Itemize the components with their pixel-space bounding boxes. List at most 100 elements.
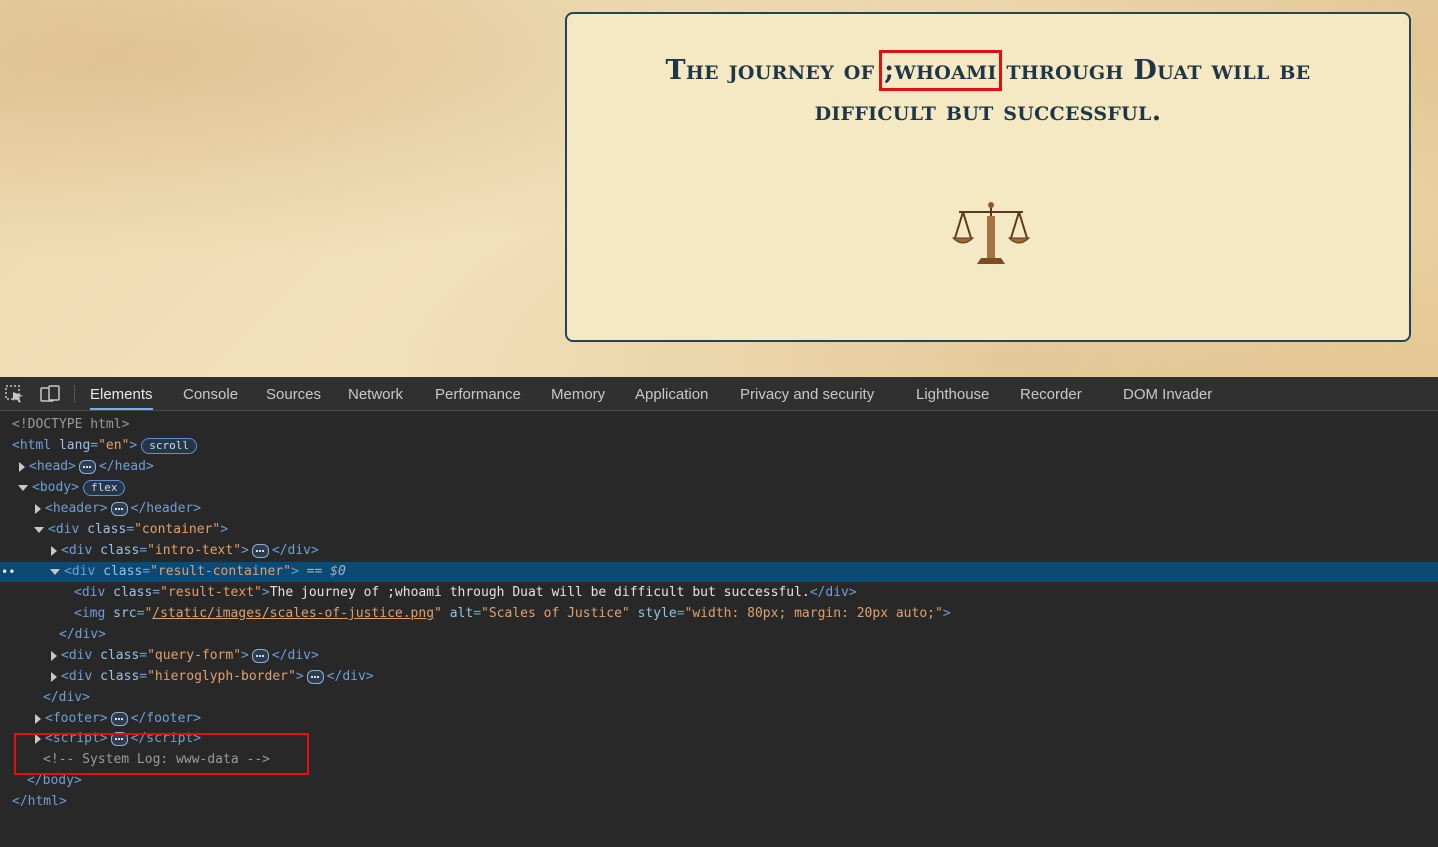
dom-node-intro-text[interactable]: <div class="intro-text"> </div>: [0, 541, 1438, 561]
attr-value: "Scales of Justice": [481, 606, 630, 621]
highlighted-payload: ;whoami: [879, 50, 1002, 91]
tab-memory[interactable]: Memory: [551, 377, 605, 410]
expand-arrow-icon[interactable]: [35, 503, 41, 514]
tag-name: div: [58, 690, 83, 705]
node-text-content: The journey of ;whoami through Duat will…: [269, 585, 810, 600]
attr-name: class: [103, 564, 143, 579]
tab-privacy-security[interactable]: Privacy and security: [740, 377, 874, 410]
scroll-badge[interactable]: scroll: [141, 437, 197, 454]
dom-node-close-html[interactable]: </html>: [0, 792, 1438, 812]
tab-application[interactable]: Application: [635, 377, 708, 410]
image-src-link[interactable]: /static/images/scales-of-justice.png: [152, 606, 434, 621]
dom-node-body[interactable]: <body> flex: [0, 478, 1438, 498]
tab-elements[interactable]: Elements: [90, 377, 153, 410]
attr-value: "intro-text": [147, 543, 242, 558]
devtools-panel: Elements Console Sources Network Perform…: [0, 377, 1438, 847]
tag-name: img: [81, 606, 106, 621]
attr-value: "container": [134, 522, 221, 537]
dom-node-header[interactable]: <header> </header>: [0, 499, 1438, 519]
tag-name: footer: [146, 711, 194, 726]
attr-name: src: [113, 606, 137, 621]
attr-value: "width: 80px; margin: 20px auto;": [684, 606, 943, 621]
tag-name: header: [52, 501, 100, 516]
tab-lighthouse[interactable]: Lighthouse: [916, 377, 989, 410]
page-viewport: The journey of ;whoami through Duat will…: [0, 0, 1438, 377]
tab-sources[interactable]: Sources: [266, 377, 321, 410]
attr-name: class: [100, 648, 140, 663]
dom-node-hieroglyph-border[interactable]: <div class="hieroglyph-border"> </div>: [0, 667, 1438, 687]
tag-name: div: [287, 543, 311, 558]
dom-node-result-container[interactable]: •• <div class="result-container"> == $0: [0, 562, 1438, 582]
selected-node-marker: == $0: [306, 564, 346, 579]
attr-value: "result-text": [160, 585, 262, 600]
device-toolbar-icon[interactable]: [40, 385, 60, 403]
attr-value: "query-form": [147, 648, 242, 663]
toolbar-separator: [74, 385, 75, 403]
attr-name: class: [113, 585, 153, 600]
tag-name: div: [342, 669, 366, 684]
attr-value: "result-container": [150, 564, 291, 579]
tag-name: footer: [52, 711, 100, 726]
tag-name: body: [39, 480, 72, 495]
tag-name: header: [146, 501, 194, 516]
collapsed-ellipsis-icon[interactable]: [78, 459, 96, 474]
devtools-tab-bar: Elements Console Sources Network Perform…: [0, 377, 1438, 411]
tab-console[interactable]: Console: [183, 377, 238, 410]
tab-network[interactable]: Network: [348, 377, 403, 410]
expand-arrow-icon[interactable]: [51, 545, 57, 556]
collapsed-ellipsis-icon[interactable]: [110, 501, 128, 516]
tag-name: div: [825, 585, 849, 600]
tab-recorder[interactable]: Recorder: [1020, 377, 1082, 410]
expand-arrow-icon[interactable]: [51, 671, 57, 682]
collapsed-ellipsis-icon[interactable]: [251, 543, 269, 558]
inspect-element-icon[interactable]: [5, 385, 25, 403]
tag-html-close: </html>: [12, 794, 67, 809]
dom-node-doctype[interactable]: <!DOCTYPE html>: [0, 415, 1438, 435]
dom-node-close-div[interactable]: </div>: [0, 625, 1438, 645]
expand-arrow-icon[interactable]: [35, 713, 41, 724]
expand-arrow-icon[interactable]: [19, 461, 25, 472]
more-options-icon[interactable]: ••: [1, 562, 15, 582]
dom-node-img[interactable]: <img src="/static/images/scales-of-justi…: [0, 604, 1438, 624]
tag-name: div: [71, 564, 96, 579]
attr-name: class: [87, 522, 127, 537]
attr-name: lang: [58, 438, 91, 453]
attr-name: style: [637, 606, 677, 621]
dom-node-container[interactable]: <div class="container">: [0, 520, 1438, 540]
doctype-text: <!DOCTYPE html>: [12, 417, 130, 432]
attr-name: class: [100, 669, 140, 684]
attr-value: "hieroglyph-border": [147, 669, 296, 684]
tag-name: head: [36, 459, 69, 474]
tag-name: div: [287, 648, 311, 663]
dom-node-html[interactable]: <html lang="en"> scroll: [0, 436, 1438, 456]
dom-node-close-container[interactable]: </div>: [0, 688, 1438, 708]
flex-badge[interactable]: flex: [82, 479, 126, 496]
tab-dom-invader[interactable]: DOM Invader: [1123, 377, 1212, 410]
tag-name: div: [81, 585, 106, 600]
expand-arrow-icon[interactable]: [51, 650, 57, 661]
scales-of-justice-image: [951, 202, 1031, 264]
comment-highlight-box: [14, 733, 309, 775]
tag-name: div: [55, 522, 80, 537]
collapsed-ellipsis-icon[interactable]: [306, 669, 324, 684]
dom-node-footer[interactable]: <footer> </footer>: [0, 709, 1438, 729]
tag-name: body: [42, 773, 74, 788]
attr-name: alt: [449, 606, 474, 621]
tab-performance[interactable]: Performance: [435, 377, 521, 410]
result-container: The journey of ;whoami through Duat will…: [565, 12, 1411, 342]
dom-node-query-form[interactable]: <div class="query-form"> </div>: [0, 646, 1438, 666]
attr-name: class: [100, 543, 140, 558]
tag-name: head: [114, 459, 146, 474]
collapse-arrow-icon[interactable]: [50, 568, 60, 575]
dom-node-result-text[interactable]: <div class="result-text">The journey of …: [0, 583, 1438, 603]
tag-name: div: [68, 648, 93, 663]
result-text-prefix: The journey of: [665, 55, 885, 86]
dom-node-head[interactable]: <head> </head>: [0, 457, 1438, 477]
collapse-arrow-icon[interactable]: [18, 484, 28, 491]
tag-html: <html: [12, 438, 52, 453]
collapse-arrow-icon[interactable]: [34, 526, 44, 533]
attr-value: "en": [98, 438, 130, 453]
collapsed-ellipsis-icon[interactable]: [110, 711, 128, 726]
collapsed-ellipsis-icon[interactable]: [251, 648, 269, 663]
tag-name: div: [68, 543, 93, 558]
